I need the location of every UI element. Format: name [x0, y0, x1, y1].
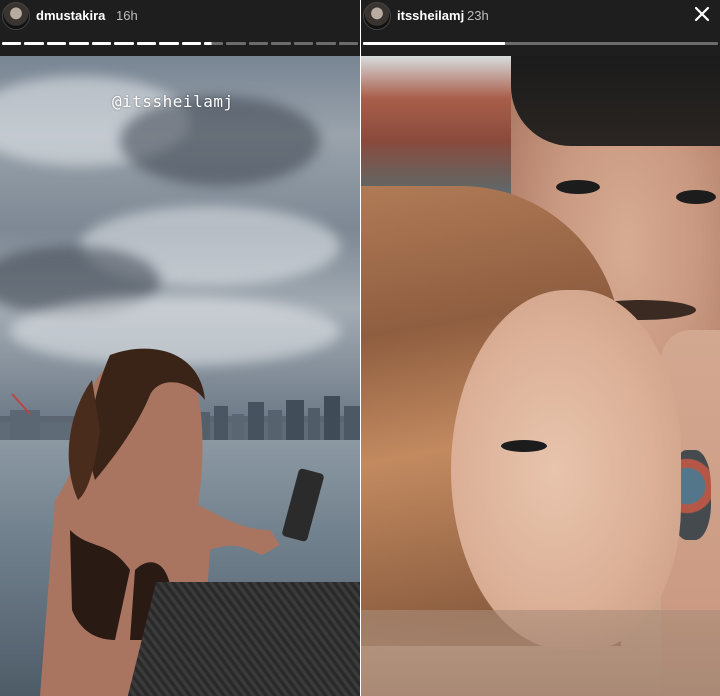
man-eye [676, 190, 716, 204]
story-progress [0, 42, 360, 45]
progress-segment [24, 42, 44, 45]
mention-sticker[interactable]: @itssheilamj [112, 92, 234, 111]
progress-segment [226, 42, 246, 45]
progress-segment [2, 42, 22, 45]
woman-eye [501, 440, 547, 452]
progress-segment [136, 42, 157, 45]
progress-segment [69, 42, 89, 45]
story-time: 23h [467, 8, 489, 23]
table [123, 582, 360, 696]
story-right[interactable]: itssheilamj 23h [361, 0, 720, 696]
progress-segment [293, 42, 314, 45]
story-username[interactable]: dmustakira [36, 8, 105, 23]
progress-segment [46, 42, 67, 45]
story-left[interactable]: dmustakira 16h @itssheilamj [0, 0, 360, 696]
progress-segment [338, 42, 358, 45]
story-header: itssheilamj 23h [361, 0, 720, 56]
progress-segment [271, 42, 291, 45]
progress-segment [91, 42, 112, 45]
progress-segment [181, 42, 201, 45]
progress-segment [316, 42, 336, 45]
progress-segment [114, 42, 134, 45]
progress-segment [159, 42, 179, 45]
progress-segment [248, 42, 269, 45]
man-hair [511, 56, 720, 146]
progress-segment-active [363, 42, 718, 45]
story-time: 16h [116, 8, 138, 23]
man-eye [556, 180, 600, 194]
pool-water [361, 610, 720, 696]
close-icon[interactable] [692, 4, 712, 24]
avatar[interactable] [363, 2, 391, 30]
story-username[interactable]: itssheilamj [397, 8, 464, 23]
avatar[interactable] [2, 2, 30, 30]
story-progress [361, 42, 720, 45]
woman-face [451, 290, 681, 650]
story-header: dmustakira 16h [0, 0, 360, 56]
progress-segment-active [203, 42, 224, 45]
